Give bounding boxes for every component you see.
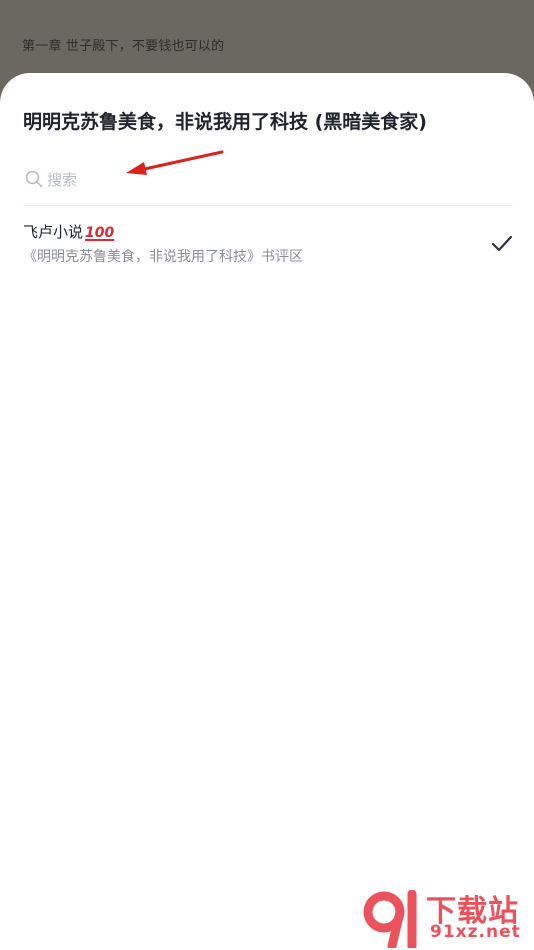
red-arrow-annotation <box>126 150 224 175</box>
search-icon <box>25 170 43 188</box>
bottom-sheet: 明明克苏鲁美食，非说我用了科技 (黑暗美食家) 飞卢小说100 《明明克苏鲁美食… <box>0 73 534 950</box>
search-bar[interactable] <box>23 165 513 206</box>
chapter-title-background: 第一章 世子殿下，不要钱也可以的 <box>22 39 225 54</box>
watermark: 下载站 91xz.net <box>362 882 534 950</box>
item-name: 飞卢小说 <box>23 223 84 241</box>
watermark-logo-icon <box>363 890 417 948</box>
hundred-points-icon: 100 <box>85 225 115 241</box>
search-input[interactable] <box>47 168 467 192</box>
screen: 第一章 世子殿下，不要钱也可以的 明明克苏鲁美食，非说我用了科技 (黑暗美食家)… <box>0 0 534 950</box>
item-subtitle: 《明明克苏鲁美食，非说我用了科技》书评区 <box>23 249 303 265</box>
watermark-url: 91xz.net <box>430 922 521 942</box>
checkmark-icon <box>491 235 513 252</box>
sheet-title: 明明克苏鲁美食，非说我用了科技 (黑暗美食家) <box>23 111 427 133</box>
item-title: 飞卢小说 100 <box>23 221 114 242</box>
list-item-feilu[interactable]: 飞卢小说 100 《明明克苏鲁美食，非说我用了科技》书评区 <box>23 221 513 273</box>
